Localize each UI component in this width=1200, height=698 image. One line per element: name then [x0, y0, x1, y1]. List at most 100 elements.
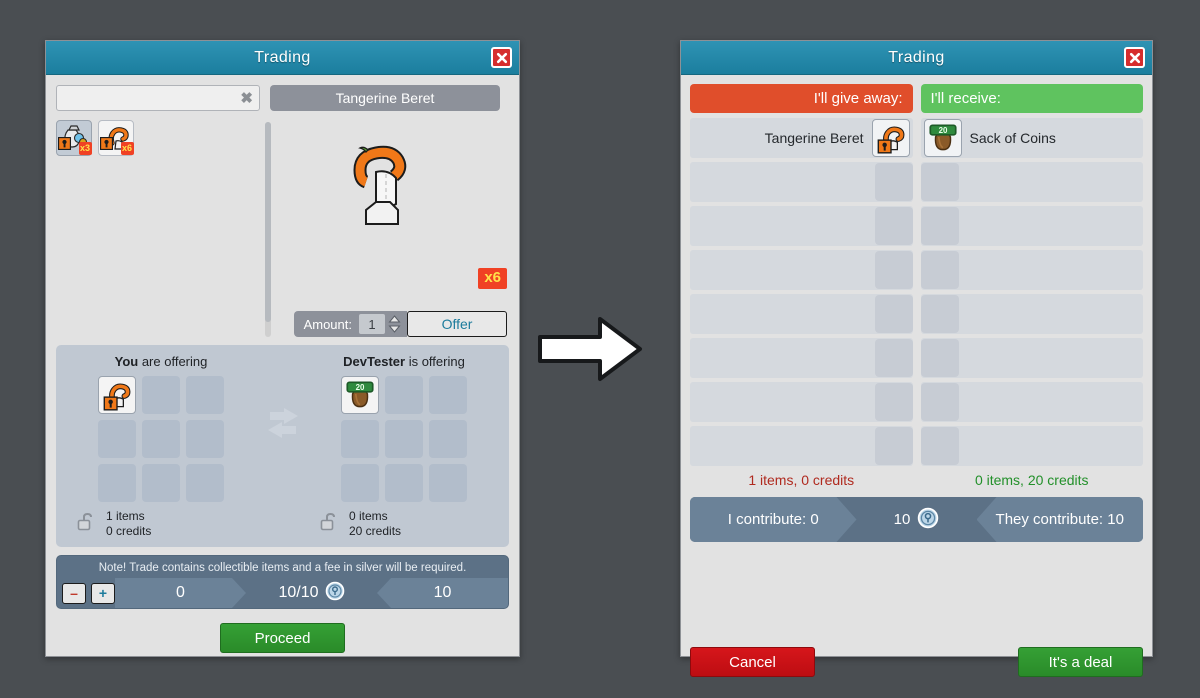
spinner-updown-icon[interactable]	[388, 314, 401, 334]
close-icon[interactable]	[1124, 47, 1145, 68]
silver-increase-button[interactable]: +	[91, 582, 115, 604]
empty-slot-icon	[874, 427, 913, 465]
swap-arrows-icon	[256, 354, 309, 440]
search-input[interactable]: ✖	[56, 85, 260, 111]
right-arrow-icon	[534, 313, 646, 390]
empty-slot-icon	[920, 339, 959, 377]
your-offer-slot-2[interactable]	[142, 376, 180, 414]
empty-slot-icon	[874, 295, 913, 333]
give-row-empty	[690, 162, 913, 202]
tangerine-beret-icon	[871, 119, 910, 157]
your-offer-slot-6[interactable]	[186, 420, 224, 458]
your-offer-slot-4[interactable]	[98, 420, 136, 458]
their-offer-slot-2[interactable]	[385, 376, 423, 414]
empty-slot-icon	[874, 207, 913, 245]
give-away-header: I'll give away:	[690, 84, 913, 113]
inventory-preview-row: x3 x6 x6 Amount: 1 Offer	[56, 120, 509, 337]
your-items-count: 1 items	[106, 509, 145, 523]
scrollbar-track[interactable]	[265, 122, 271, 337]
close-x-glyph	[1129, 52, 1140, 63]
their-offer-slot-1[interactable]: 20	[341, 376, 379, 414]
trading-window-inventory: Trading ✖ Tangerine Beret x3 x6 x6 Amoun…	[45, 40, 520, 657]
offers-panel: You are offering 1 items 0 credits DevTe…	[56, 345, 509, 547]
cancel-button[interactable]: Cancel	[690, 647, 815, 677]
give-row-empty	[690, 426, 913, 466]
proceed-row: Proceed	[56, 623, 509, 653]
locked-icon	[57, 136, 72, 155]
your-offer-footer-text: 1 items 0 credits	[106, 509, 151, 539]
their-offer-slot-9[interactable]	[429, 464, 467, 502]
open-lock-icon	[76, 511, 98, 538]
confirm-headers-row: I'll give away: I'll receive:	[690, 84, 1143, 113]
amount-control: Amount: 1	[293, 311, 407, 337]
your-offer-slot-7[interactable]	[98, 464, 136, 502]
empty-slot-icon	[920, 295, 959, 333]
empty-slot-icon	[920, 163, 959, 201]
their-offer-slot-7[interactable]	[341, 464, 379, 502]
their-offer-slot-5[interactable]	[385, 420, 423, 458]
their-offer-footer-text: 0 items 20 credits	[349, 509, 401, 539]
your-offer-slot-5[interactable]	[142, 420, 180, 458]
open-lock-icon	[319, 511, 341, 538]
search-and-title-row: ✖ Tangerine Beret	[56, 85, 509, 111]
close-icon[interactable]	[491, 47, 512, 68]
inventory-slot-sack-of-coins[interactable]: x3	[56, 120, 92, 156]
your-offer-slot-3[interactable]	[186, 376, 224, 414]
empty-slot-icon	[874, 163, 913, 201]
close-x-glyph	[496, 52, 507, 63]
silver-decrease-button[interactable]: –	[62, 582, 86, 604]
tangerine-beret-preview-icon	[353, 145, 407, 225]
svg-text:20: 20	[938, 126, 947, 135]
proceed-button[interactable]: Proceed	[220, 623, 345, 653]
their-offer-slot-8[interactable]	[385, 464, 423, 502]
their-offer-side: DevTester is offering 20 0 items 20 cred…	[309, 354, 499, 539]
window-title: Trading	[254, 48, 311, 66]
amount-input[interactable]: 1	[359, 314, 385, 334]
their-offer-footer: 0 items 20 credits	[309, 509, 499, 539]
your-offer-heading: You are offering	[66, 354, 256, 369]
your-offer-slot-9[interactable]	[186, 464, 224, 502]
your-offer-heading-rest: are offering	[138, 354, 208, 369]
titlebar-left: Trading	[46, 41, 519, 75]
your-offer-slot-1[interactable]	[98, 376, 136, 414]
item-preview-art	[332, 134, 422, 244]
empty-slot-icon	[920, 427, 959, 465]
their-offer-slot-3[interactable]	[429, 376, 467, 414]
their-contribution: They contribute: 10	[976, 497, 1143, 542]
your-offer-grid	[66, 376, 256, 502]
empty-slot-icon	[874, 251, 913, 289]
inventory-column: x3 x6	[56, 120, 260, 337]
empty-slot-icon	[874, 383, 913, 421]
scrollbar-thumb[interactable]	[265, 122, 271, 322]
offer-button[interactable]: Offer	[407, 311, 507, 337]
contribution-fee-value: 10	[893, 511, 911, 528]
preview-qty-badge: x6	[478, 268, 507, 289]
empty-slot-icon	[920, 207, 959, 245]
fee-note-box: Note! Trade contains collectible items a…	[56, 555, 509, 609]
your-offer-slot-8[interactable]	[142, 464, 180, 502]
right-window-body: I'll give away: I'll receive: Tangerine …	[681, 75, 1152, 690]
your-offer-side: You are offering 1 items 0 credits	[66, 354, 256, 539]
selected-item-title: Tangerine Beret	[270, 85, 500, 111]
contribution-center-group: 10	[857, 497, 977, 542]
sack-of-coins-icon: 20	[923, 119, 962, 157]
silver-adjust-row: – + 0 10/10 10	[57, 578, 508, 608]
empty-slot-icon	[874, 339, 913, 377]
your-offer-footer: 1 items 0 credits	[66, 509, 256, 539]
receive-total: 0 items, 20 credits	[974, 472, 1089, 488]
clear-icon[interactable]: ✖	[240, 91, 253, 106]
give-total: 1 items, 0 credits	[748, 472, 855, 488]
your-credits-count: 0 credits	[106, 524, 152, 538]
svg-text:20: 20	[356, 383, 365, 392]
give-row-1[interactable]: Tangerine Beret	[690, 118, 913, 158]
give-row-1-label: Tangerine Beret	[764, 130, 864, 146]
accept-deal-button[interactable]: It's a deal	[1018, 647, 1143, 677]
item-preview-column: x6 Amount: 1 Offer	[276, 120, 509, 337]
receive-row-1[interactable]: 20 Sack of Coins	[920, 118, 1143, 158]
their-offer-slot-4[interactable]	[341, 420, 379, 458]
silver-fee-value: 10/10	[278, 584, 319, 601]
their-offer-heading-strong: DevTester	[343, 354, 406, 369]
inventory-slot-tangerine-beret[interactable]: x6	[98, 120, 134, 156]
their-offer-slot-6[interactable]	[429, 420, 467, 458]
inventory-scrollbar[interactable]	[260, 120, 276, 337]
